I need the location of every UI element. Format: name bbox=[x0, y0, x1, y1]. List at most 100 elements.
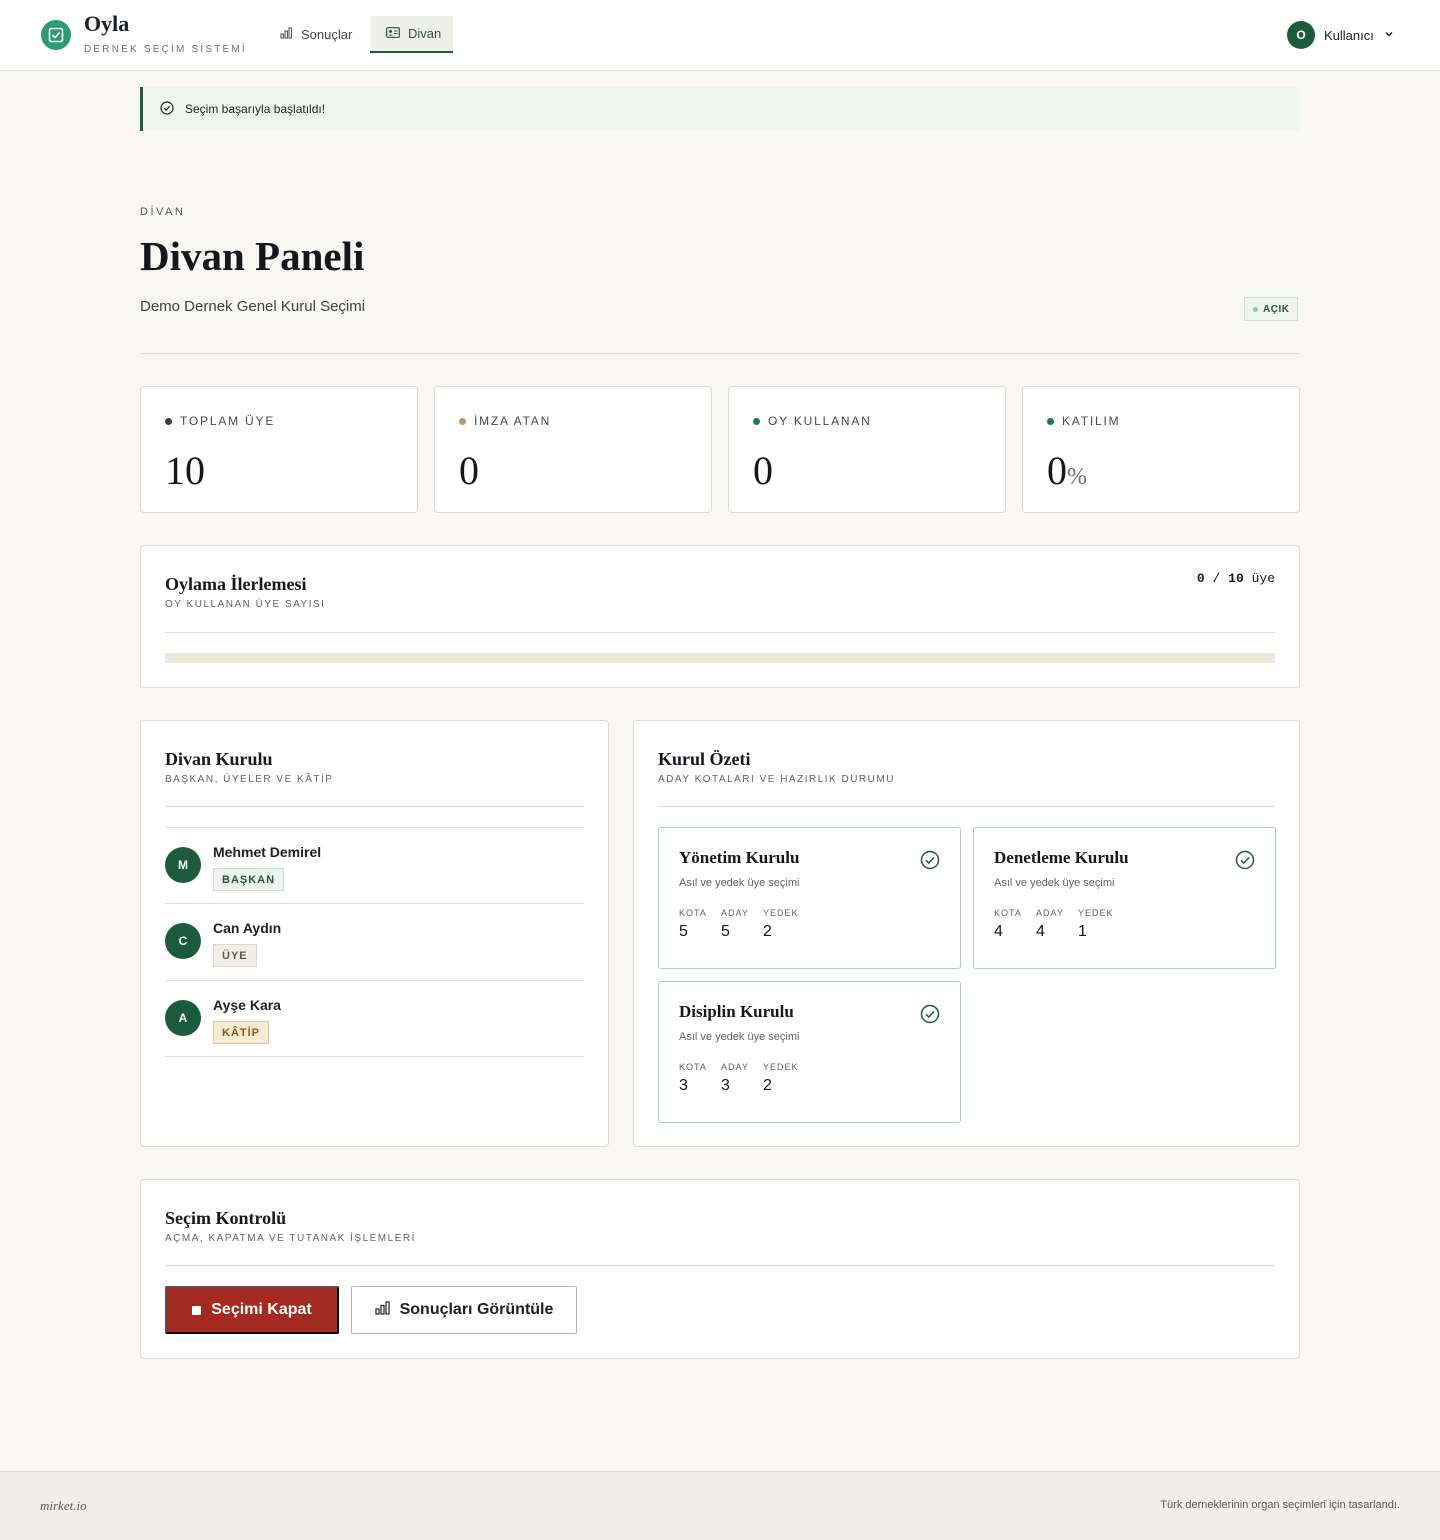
stat-label: ADAY bbox=[721, 1062, 749, 1072]
stop-icon bbox=[192, 1305, 202, 1315]
nav-divan[interactable]: Divan bbox=[370, 16, 453, 53]
stat-card-signed: İMZA ATAN 0 bbox=[434, 386, 712, 513]
stat-card-voted: OY KULLANAN 0 bbox=[728, 386, 1006, 513]
member-row: M Mehmet Demirel BAŞKAN bbox=[165, 827, 584, 904]
nav-results[interactable]: Sonuçlar bbox=[264, 16, 368, 53]
stat-number: 0 bbox=[753, 448, 773, 493]
bar-chart-icon bbox=[374, 1300, 390, 1320]
committee-desc: Asıl ve yedek üye seçimi bbox=[679, 1031, 800, 1043]
stat-value: 3 bbox=[679, 1077, 688, 1094]
stat-dot bbox=[1047, 417, 1054, 425]
total-count: 10 bbox=[1228, 571, 1244, 586]
panel-subtitle: AÇMA, KAPATMA VE TUTANAK İŞLEMLERİ bbox=[165, 1233, 416, 1244]
stat-label: KOTA bbox=[679, 1062, 707, 1072]
stat-label-text: OY KULLANAN bbox=[768, 414, 872, 428]
logo-check-icon[interactable] bbox=[41, 20, 71, 50]
panel-title: Oylama İlerlemesi bbox=[165, 574, 307, 594]
check-circle-icon bbox=[1235, 850, 1255, 875]
count-unit: üye bbox=[1251, 571, 1275, 586]
panel-subtitle: OY KULLANAN ÜYE SAYISI bbox=[165, 599, 326, 610]
stat-unit: % bbox=[1067, 464, 1087, 490]
stat-number: 0 bbox=[459, 448, 479, 493]
candidate-stat: ADAY 5 bbox=[721, 908, 749, 941]
progress-count: 0 / 10 üye bbox=[1197, 571, 1275, 586]
stat-label: ADAY bbox=[721, 908, 749, 918]
status-label: AÇIK bbox=[1263, 303, 1290, 315]
bar-chart-icon bbox=[280, 27, 293, 42]
stat-dot bbox=[459, 417, 466, 425]
id-card-icon bbox=[386, 26, 400, 41]
view-results-button[interactable]: Sonuçları Görüntüle bbox=[351, 1286, 577, 1334]
quota-stat: KOTA 3 bbox=[679, 1062, 707, 1095]
committee-card-disiplin[interactable]: Disiplin Kurulu Asıl ve yedek üye seçimi… bbox=[658, 981, 961, 1123]
user-menu[interactable]: O Kullanıcı bbox=[1287, 21, 1395, 49]
reserve-stat: YEDEK 1 bbox=[1078, 908, 1114, 941]
stat-value: 5 bbox=[679, 923, 688, 940]
user-name: Kullanıcı bbox=[1324, 27, 1374, 43]
stat-value: 5 bbox=[721, 923, 730, 940]
stat-card-total-members: TOPLAM ÜYE 10 bbox=[140, 386, 418, 513]
divider bbox=[165, 632, 1275, 633]
role-badge: ÜYE bbox=[213, 944, 257, 967]
stat-label: KOTA bbox=[994, 908, 1022, 918]
stat-label: ADAY bbox=[1036, 908, 1064, 918]
stat-value: 4 bbox=[1036, 923, 1045, 940]
top-navbar: Oyla DERNEK SEÇİM SİSTEMİ Sonuçlar Divan… bbox=[0, 0, 1440, 71]
progress-bar bbox=[165, 653, 1275, 663]
footer-brand-link[interactable]: mirket.io bbox=[40, 1498, 87, 1514]
stat-label: YEDEK bbox=[763, 908, 799, 918]
stat-value: 2 bbox=[763, 923, 772, 940]
panel-subtitle: BAŞKAN, ÜYELER VE KÂTİP bbox=[165, 774, 334, 785]
committee-card-denetleme[interactable]: Denetleme Kurulu Asıl ve yedek üye seçim… bbox=[973, 827, 1276, 969]
chevron-down-icon bbox=[1383, 28, 1395, 43]
committee-name: Denetleme Kurulu bbox=[994, 848, 1129, 867]
close-election-button[interactable]: Seçimi Kapat bbox=[165, 1286, 339, 1334]
stat-value: 0 bbox=[753, 447, 773, 494]
brand-subtitle: DERNEK SEÇİM SİSTEMİ bbox=[84, 44, 247, 55]
stat-label-text: KATILIM bbox=[1062, 414, 1121, 428]
nav-results-label: Sonuçlar bbox=[301, 27, 353, 42]
stat-label-text: TOPLAM ÜYE bbox=[180, 414, 276, 428]
reserve-stat: YEDEK 2 bbox=[763, 1062, 799, 1095]
stat-dot bbox=[753, 417, 760, 425]
stat-value: 1 bbox=[1078, 923, 1087, 940]
member-name: Ayşe Kara bbox=[213, 997, 281, 1013]
status-dot bbox=[1253, 306, 1258, 312]
member-row: A Ayşe Kara KÂTİP bbox=[165, 980, 584, 1057]
committee-desc: Asıl ve yedek üye seçimi bbox=[679, 877, 800, 889]
page-subtitle: Demo Dernek Genel Kurul Seçimi bbox=[140, 298, 366, 315]
stat-label: OY KULLANAN bbox=[753, 414, 872, 428]
voting-progress-panel: Oylama İlerlemesi OY KULLANAN ÜYE SAYISI… bbox=[140, 545, 1300, 688]
view-results-label: Sonuçları Görüntüle bbox=[399, 1301, 554, 1318]
avatar: A bbox=[165, 1000, 201, 1036]
stat-label: YEDEK bbox=[1078, 908, 1114, 918]
divider bbox=[165, 806, 584, 807]
stat-value: 0 bbox=[459, 447, 479, 494]
stat-dot bbox=[165, 417, 172, 425]
role-badge: KÂTİP bbox=[213, 1021, 269, 1044]
success-alert: Seçim başarıyla başlatıldı! bbox=[140, 87, 1300, 131]
panel-title: Seçim Kontrolü bbox=[165, 1208, 287, 1228]
reserve-stat: YEDEK 2 bbox=[763, 908, 799, 941]
member-name: Mehmet Demirel bbox=[213, 844, 322, 860]
divider bbox=[658, 806, 1275, 807]
stat-label: KATILIM bbox=[1047, 414, 1120, 428]
candidate-stat: ADAY 4 bbox=[1036, 908, 1064, 941]
user-avatar: O bbox=[1287, 21, 1315, 49]
stat-label-text: İMZA ATAN bbox=[474, 414, 552, 428]
divider bbox=[165, 1265, 1275, 1266]
avatar: M bbox=[165, 847, 201, 883]
footer-tagline: Türk derneklerinin organ seçimleri için … bbox=[1160, 1499, 1400, 1511]
alert-text: Seçim başarıyla başlatıldı! bbox=[185, 102, 326, 116]
count-separator: / bbox=[1212, 571, 1221, 586]
committee-card-yonetim[interactable]: Yönetim Kurulu Asıl ve yedek üye seçimi … bbox=[658, 827, 961, 969]
voted-count: 0 bbox=[1196, 571, 1205, 586]
committee-name: Yönetim Kurulu bbox=[679, 848, 800, 867]
brand-name[interactable]: Oyla bbox=[84, 11, 129, 37]
committee-desc: Asıl ve yedek üye seçimi bbox=[994, 877, 1115, 889]
member-name: Can Aydın bbox=[213, 920, 282, 936]
panel-title: Divan Kurulu bbox=[165, 749, 273, 769]
member-row: C Can Aydın ÜYE bbox=[165, 903, 584, 980]
stat-label: İMZA ATAN bbox=[459, 414, 551, 428]
close-election-label: Seçimi Kapat bbox=[211, 1301, 312, 1318]
